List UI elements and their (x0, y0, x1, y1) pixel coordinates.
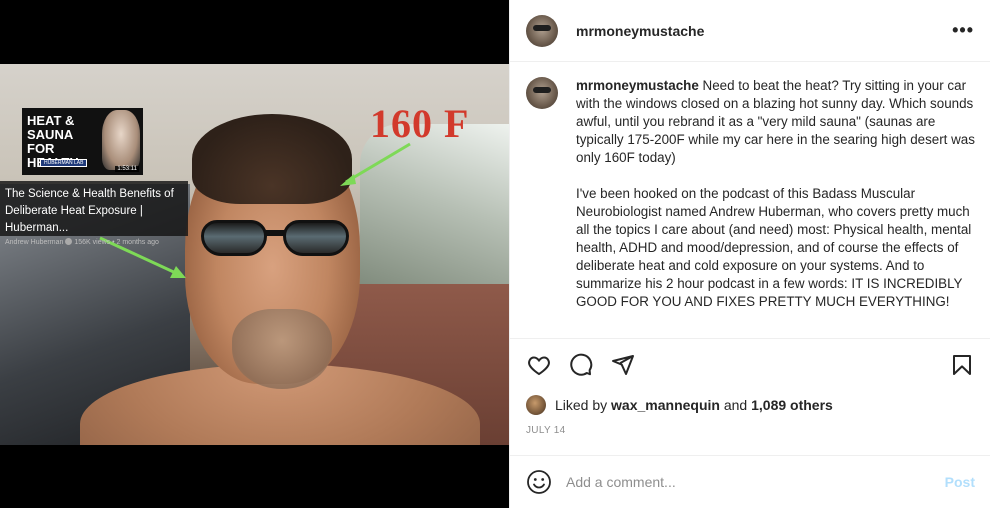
post-panel: mrmoneymustache ••• mrmoneymustache Need… (509, 0, 990, 508)
youtube-thumb-lab: HUBERMAN LAB (40, 159, 88, 167)
likes-others[interactable]: 1,089 others (751, 397, 833, 413)
youtube-title-line1: The Science & Health Benefits of (5, 188, 174, 200)
post-comment-button[interactable]: Post (945, 474, 975, 490)
comment-icon[interactable] (568, 352, 594, 378)
post-username[interactable]: mrmoneymustache (576, 23, 704, 39)
sunglasses (195, 216, 355, 262)
youtube-thumb-face (102, 110, 140, 170)
heart-icon[interactable] (526, 352, 552, 378)
arrow-to-head-icon (340, 142, 411, 186)
man-beard (232, 309, 332, 389)
caption-avatar[interactable] (526, 77, 558, 109)
youtube-views: 156K views • 2 months ago (74, 239, 159, 246)
more-options-icon[interactable]: ••• (952, 20, 974, 41)
youtube-card: The Science & Health Benefits of Deliber… (0, 181, 188, 246)
post-photo[interactable]: 160 F HEAT & SAUNA FOR HEALTH HUBERMAN L… (0, 64, 509, 445)
share-icon[interactable] (610, 352, 636, 378)
caption-username[interactable]: mrmoneymustache (576, 78, 699, 93)
youtube-meta: Andrew Huberman 156K views • 2 months ago (5, 238, 183, 246)
comment-bar: Post (510, 455, 990, 508)
caption-area: mrmoneymustache Need to beat the heat? T… (510, 63, 990, 337)
emoji-icon[interactable] (526, 469, 552, 495)
youtube-thumbnail: HEAT & SAUNA FOR HEALTH HUBERMAN LAB 1:5… (22, 108, 143, 175)
avatar[interactable] (526, 14, 558, 47)
man-hair (192, 114, 352, 204)
liker-username[interactable]: wax_mannequin (611, 397, 720, 413)
caption-paragraph-2: I've been hooked on the podcast of this … (576, 186, 972, 309)
likes-and: and (723, 397, 748, 413)
verified-icon (65, 238, 73, 245)
post-media[interactable]: 160 F HEAT & SAUNA FOR HEALTH HUBERMAN L… (0, 0, 509, 508)
post-header: mrmoneymustache ••• (510, 0, 990, 62)
caption-text: mrmoneymustache Need to beat the heat? T… (576, 77, 975, 323)
youtube-channel: Andrew Huberman (5, 239, 64, 246)
comment-input[interactable] (566, 474, 945, 490)
bookmark-icon[interactable] (949, 352, 975, 378)
youtube-title-line2: Deliberate Heat Exposure | Huberman... (5, 205, 143, 234)
actions-section: Liked by wax_mannequin and 1,089 others … (510, 338, 990, 455)
likes-row: Liked by wax_mannequin and 1,089 others (526, 391, 975, 419)
action-icons (526, 339, 975, 391)
liker-avatar[interactable] (526, 395, 546, 415)
post-date[interactable]: JULY 14 (526, 425, 975, 436)
likes-prefix: Liked by (555, 397, 608, 413)
youtube-duration: 1:53:11 (115, 166, 139, 172)
